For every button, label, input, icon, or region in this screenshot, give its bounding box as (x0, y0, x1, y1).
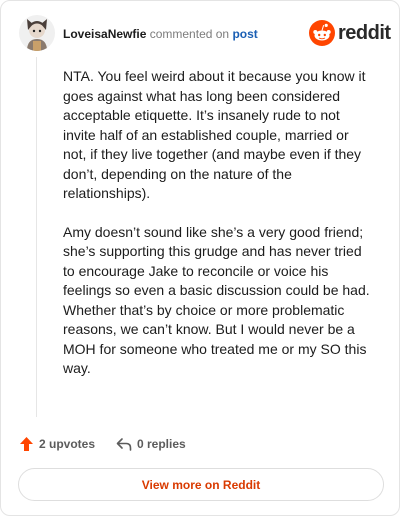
view-more-button[interactable]: View more on Reddit (18, 468, 384, 501)
author-name[interactable]: LoveisaNewfie (63, 27, 146, 41)
upvote-count: 2 upvotes (39, 437, 96, 451)
reply-button[interactable]: 0 replies (116, 434, 186, 454)
comment-meta: LoveisaNewfie commented on post (63, 27, 258, 41)
comment-embed-card: LoveisaNewfie commented on post reddit N… (0, 0, 400, 516)
thread-line (36, 57, 37, 417)
reply-count: 0 replies (137, 437, 186, 451)
commented-on-text: commented on (149, 27, 230, 41)
reddit-logo-icon (309, 20, 335, 46)
comment-body: NTA. You feel weird about it because you… (63, 67, 375, 398)
upvote-button[interactable]: 2 upvotes (19, 434, 95, 454)
post-link[interactable]: post (232, 27, 257, 41)
upvote-arrow-icon (20, 437, 33, 451)
comment-header: LoveisaNewfie commented on post reddit (19, 15, 391, 51)
comment-paragraph: Amy doesn’t sound like she’s a very good… (63, 223, 370, 377)
reddit-wordmark: reddit (338, 22, 391, 44)
reply-arrow-icon (116, 438, 132, 451)
reddit-brand[interactable]: reddit (309, 20, 391, 46)
comment-paragraph: NTA. You feel weird about it because you… (63, 68, 366, 201)
avatar[interactable] (19, 15, 55, 51)
